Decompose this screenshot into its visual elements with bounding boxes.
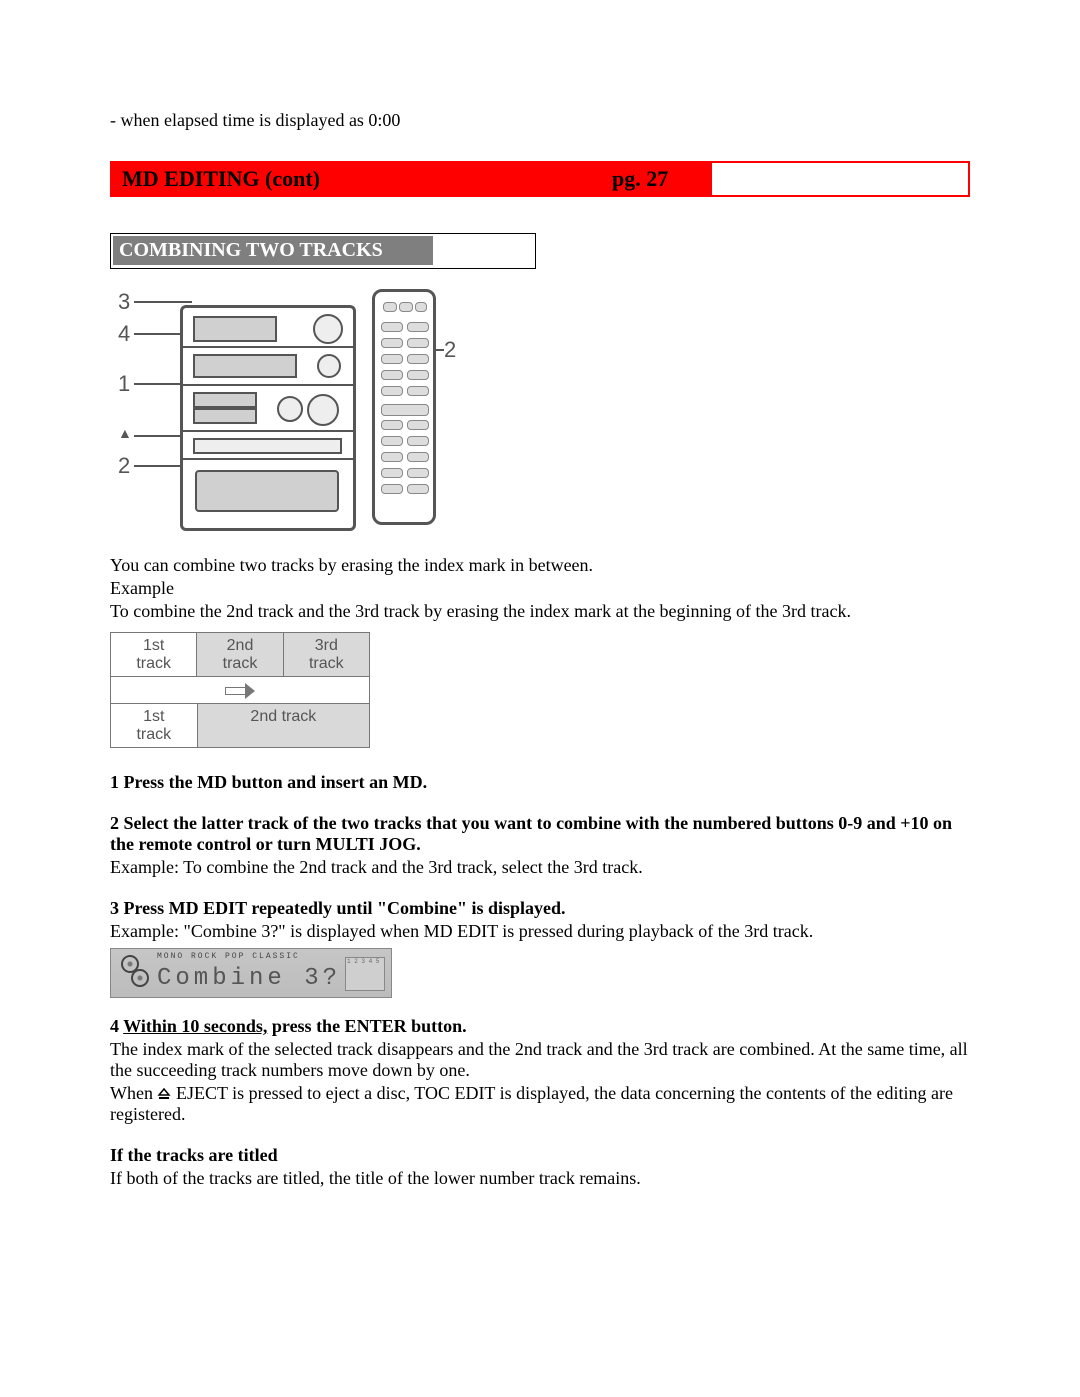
- callout-2-right: 2: [444, 337, 456, 363]
- callout-3: 3: [118, 289, 130, 315]
- remote-control-icon: [372, 289, 436, 525]
- lcd-top-labels: MONO ROCK POP CLASSIC: [157, 952, 300, 961]
- step-3-example: Example: "Combine 3?" is displayed when …: [110, 921, 970, 942]
- banner-spacer: [712, 163, 968, 195]
- subheading-wrap: COMBINING TWO TRACKS: [110, 233, 536, 269]
- lcd-track-grid: 1 2 3 4 5: [345, 957, 385, 991]
- step-4: 4 Within 10 seconds, press the ENTER but…: [110, 1016, 970, 1037]
- track-cell: 1sttrack: [111, 704, 198, 747]
- intro-line-2: Example: [110, 578, 970, 599]
- step-4-body-2: When EJECT is pressed to eject a disc, T…: [110, 1083, 970, 1125]
- banner-page: pg. 27: [602, 163, 712, 195]
- track-cell: 1sttrack: [111, 633, 197, 676]
- step-4-prefix: 4: [110, 1016, 123, 1036]
- if-tracks-titled-heading: If the tracks are titled: [110, 1145, 970, 1166]
- arrow-down-icon: [110, 677, 370, 704]
- eject-icon: ▲: [118, 425, 132, 441]
- intro-line-3: To combine the 2nd track and the 3rd tra…: [110, 601, 970, 622]
- lcd-main-text: Combine 3?: [157, 965, 341, 992]
- step-4-body-2b: EJECT is pressed to eject a disc, TOC ED…: [110, 1083, 953, 1124]
- step-4-suffix: press the ENTER button.: [267, 1016, 466, 1036]
- section-banner: MD EDITING (cont) pg. 27: [110, 161, 970, 197]
- top-line: - when elapsed time is displayed as 0:00: [110, 110, 970, 131]
- leader-line: [134, 333, 180, 335]
- track-combine-diagram: 1sttrack 2ndtrack 3rdtrack 1sttrack 2nd …: [110, 632, 370, 748]
- if-tracks-titled-body: If both of the tracks are titled, the ti…: [110, 1168, 970, 1189]
- callout-2-left: 2: [118, 453, 130, 479]
- stereo-unit-icon: [180, 305, 356, 531]
- step-4-body-2a: When: [110, 1083, 157, 1103]
- track-cell: 3rdtrack: [284, 633, 369, 676]
- intro-line-1: You can combine two tracks by erasing th…: [110, 555, 970, 576]
- step-4-body-1: The index mark of the selected track dis…: [110, 1039, 970, 1081]
- step-2-example: Example: To combine the 2nd track and th…: [110, 857, 970, 878]
- eject-icon: [157, 1088, 171, 1100]
- track-cell: 2ndtrack: [197, 633, 283, 676]
- leader-line: [134, 383, 180, 385]
- step-3: 3 Press MD EDIT repeatedly until "Combin…: [110, 898, 970, 919]
- step-4-underline: Within 10 seconds,: [123, 1016, 267, 1036]
- banner-title: MD EDITING (cont): [112, 163, 602, 195]
- tracks-after-row: 1sttrack 2nd track: [110, 704, 370, 748]
- lcd-display: MONO ROCK POP CLASSIC Combine 3? 1 2 3 4…: [110, 948, 392, 998]
- page: - when elapsed time is displayed as 0:00…: [0, 0, 1080, 1281]
- step-2: 2 Select the latter track of the two tra…: [110, 813, 970, 855]
- disc-icon: [121, 955, 149, 989]
- subheading: COMBINING TWO TRACKS: [113, 236, 433, 265]
- tracks-before-row: 1sttrack 2ndtrack 3rdtrack: [110, 632, 370, 677]
- leader-line: [134, 435, 180, 437]
- leader-line: [134, 301, 192, 303]
- step-1: 1 Press the MD button and insert an MD.: [110, 772, 970, 793]
- track-cell: 2nd track: [198, 704, 369, 747]
- callout-1: 1: [118, 371, 130, 397]
- callout-4: 4: [118, 321, 130, 347]
- device-illustration: 3 4 1 ▲ 2 2: [110, 275, 450, 535]
